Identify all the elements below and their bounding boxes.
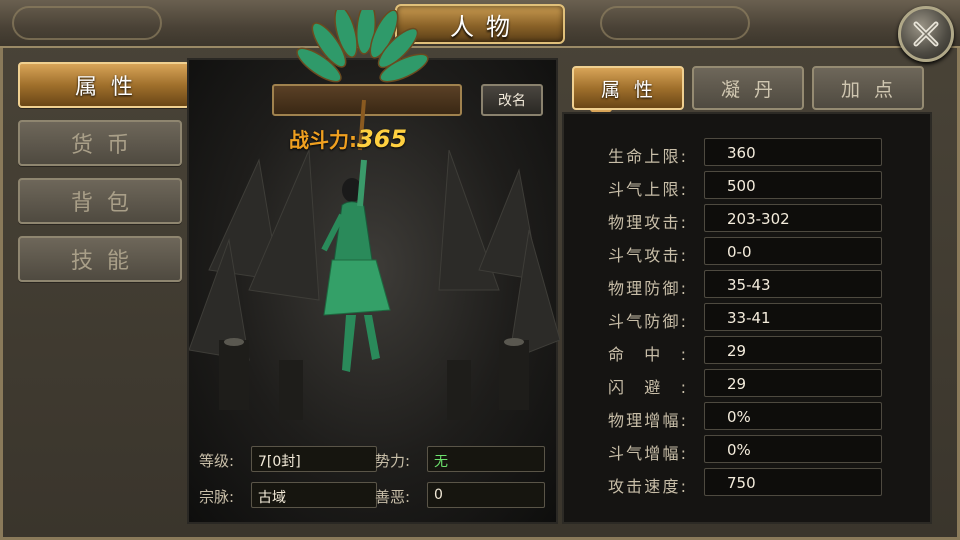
stat-value: 0% bbox=[704, 402, 882, 430]
stat-value: 750 bbox=[704, 468, 882, 496]
combat-power: 战斗力: 365 bbox=[289, 124, 407, 154]
nav-skills-label: 技能 bbox=[70, 249, 143, 274]
tab-add-points[interactable]: 加点 bbox=[812, 66, 924, 110]
lineage-label: 宗脉: bbox=[199, 488, 235, 506]
stat-label: 斗气上限: bbox=[608, 180, 686, 199]
close-button[interactable] bbox=[898, 6, 954, 62]
tab-condense-label: 凝丹 bbox=[720, 78, 787, 101]
faction-value: 无 bbox=[427, 446, 545, 472]
stat-label: 斗气增幅: bbox=[608, 444, 686, 463]
stat-row: 生命上限: 360 bbox=[564, 138, 934, 166]
stat-row: 物理防御: 35-43 bbox=[564, 270, 934, 298]
stat-value: 0-0 bbox=[704, 237, 882, 265]
tab-add-points-label: 加点 bbox=[840, 78, 907, 101]
ornament-right bbox=[600, 6, 750, 40]
nav-currency[interactable]: 货币 bbox=[18, 120, 182, 166]
tab-attributes[interactable]: 属性 bbox=[572, 66, 684, 110]
stat-value: 29 bbox=[704, 336, 882, 364]
karma-value: 0 bbox=[427, 482, 545, 508]
stat-label: 物理攻击: bbox=[608, 213, 686, 232]
nav-backpack-label: 背包 bbox=[70, 191, 143, 216]
stat-row: 斗气上限: 500 bbox=[564, 171, 934, 199]
stat-row: 斗气增幅: 0% bbox=[564, 435, 934, 463]
stat-row: 物理增幅: 0% bbox=[564, 402, 934, 430]
tab-condense[interactable]: 凝丹 bbox=[692, 66, 804, 110]
stat-value: 203-302 bbox=[704, 204, 882, 232]
nav-backpack[interactable]: 背包 bbox=[18, 178, 182, 224]
level-value: 7[0封] bbox=[251, 446, 377, 472]
faction-label: 势力: bbox=[375, 452, 411, 470]
stat-label: 攻击速度: bbox=[608, 477, 686, 496]
info-row-1: 等级: 7[0封] 势力: 无 bbox=[199, 446, 549, 474]
nav-attributes-label: 属性 bbox=[74, 75, 147, 100]
character-figure bbox=[321, 159, 391, 372]
combat-power-label: 战斗力: bbox=[289, 128, 357, 152]
stat-label: 命中: bbox=[608, 345, 686, 364]
window-title: 人物 bbox=[450, 12, 522, 41]
stat-row: 物理攻击: 203-302 bbox=[564, 204, 934, 232]
stats-panel: 生命上限: 360 斗气上限: 500 物理攻击: 203-302 斗气攻击: … bbox=[562, 112, 932, 524]
stat-value: 33-41 bbox=[704, 303, 882, 331]
character-model bbox=[296, 10, 429, 372]
stat-label: 生命上限: bbox=[608, 147, 686, 166]
stat-label: 物理防御: bbox=[608, 279, 686, 298]
nav-skills[interactable]: 技能 bbox=[18, 236, 182, 282]
tab-attributes-label: 属性 bbox=[600, 78, 667, 101]
stat-row: 斗气攻击: 0-0 bbox=[564, 237, 934, 265]
stat-value: 29 bbox=[704, 369, 882, 397]
stat-label: 斗气攻击: bbox=[608, 246, 686, 265]
stat-row: 闪避: 29 bbox=[564, 369, 934, 397]
rename-button-label: 改名 bbox=[498, 93, 526, 109]
karma-label: 善恶: bbox=[375, 488, 411, 506]
nav-currency-label: 货币 bbox=[70, 133, 143, 158]
combat-power-value: 365 bbox=[357, 125, 408, 153]
info-row-2: 宗脉: 古域 善恶: 0 bbox=[199, 482, 549, 510]
stat-row: 命中: 29 bbox=[564, 336, 934, 364]
close-x-icon bbox=[913, 21, 939, 47]
stat-row: 攻击速度: 750 bbox=[564, 468, 934, 496]
stat-value: 500 bbox=[704, 171, 882, 199]
lineage-value: 古域 bbox=[251, 482, 377, 508]
stat-row: 斗气防御: 33-41 bbox=[564, 303, 934, 331]
title-bar: 人物 bbox=[0, 0, 960, 48]
nav-attributes[interactable]: 属性 bbox=[18, 62, 190, 108]
stat-label: 闪避: bbox=[608, 378, 686, 397]
stat-label: 斗气防御: bbox=[608, 312, 686, 331]
ornament-left bbox=[12, 6, 162, 40]
stat-label: 物理增幅: bbox=[608, 411, 686, 430]
character-panel: 改名 战斗力: 365 等级: 7[0封] 势力: 无 宗脉: 古域 善恶: 0 bbox=[187, 10, 560, 524]
stat-value: 0% bbox=[704, 435, 882, 463]
stat-value: 360 bbox=[704, 138, 882, 166]
stat-value: 35-43 bbox=[704, 270, 882, 298]
rename-button[interactable]: 改名 bbox=[481, 84, 543, 116]
level-label: 等级: bbox=[199, 452, 235, 470]
